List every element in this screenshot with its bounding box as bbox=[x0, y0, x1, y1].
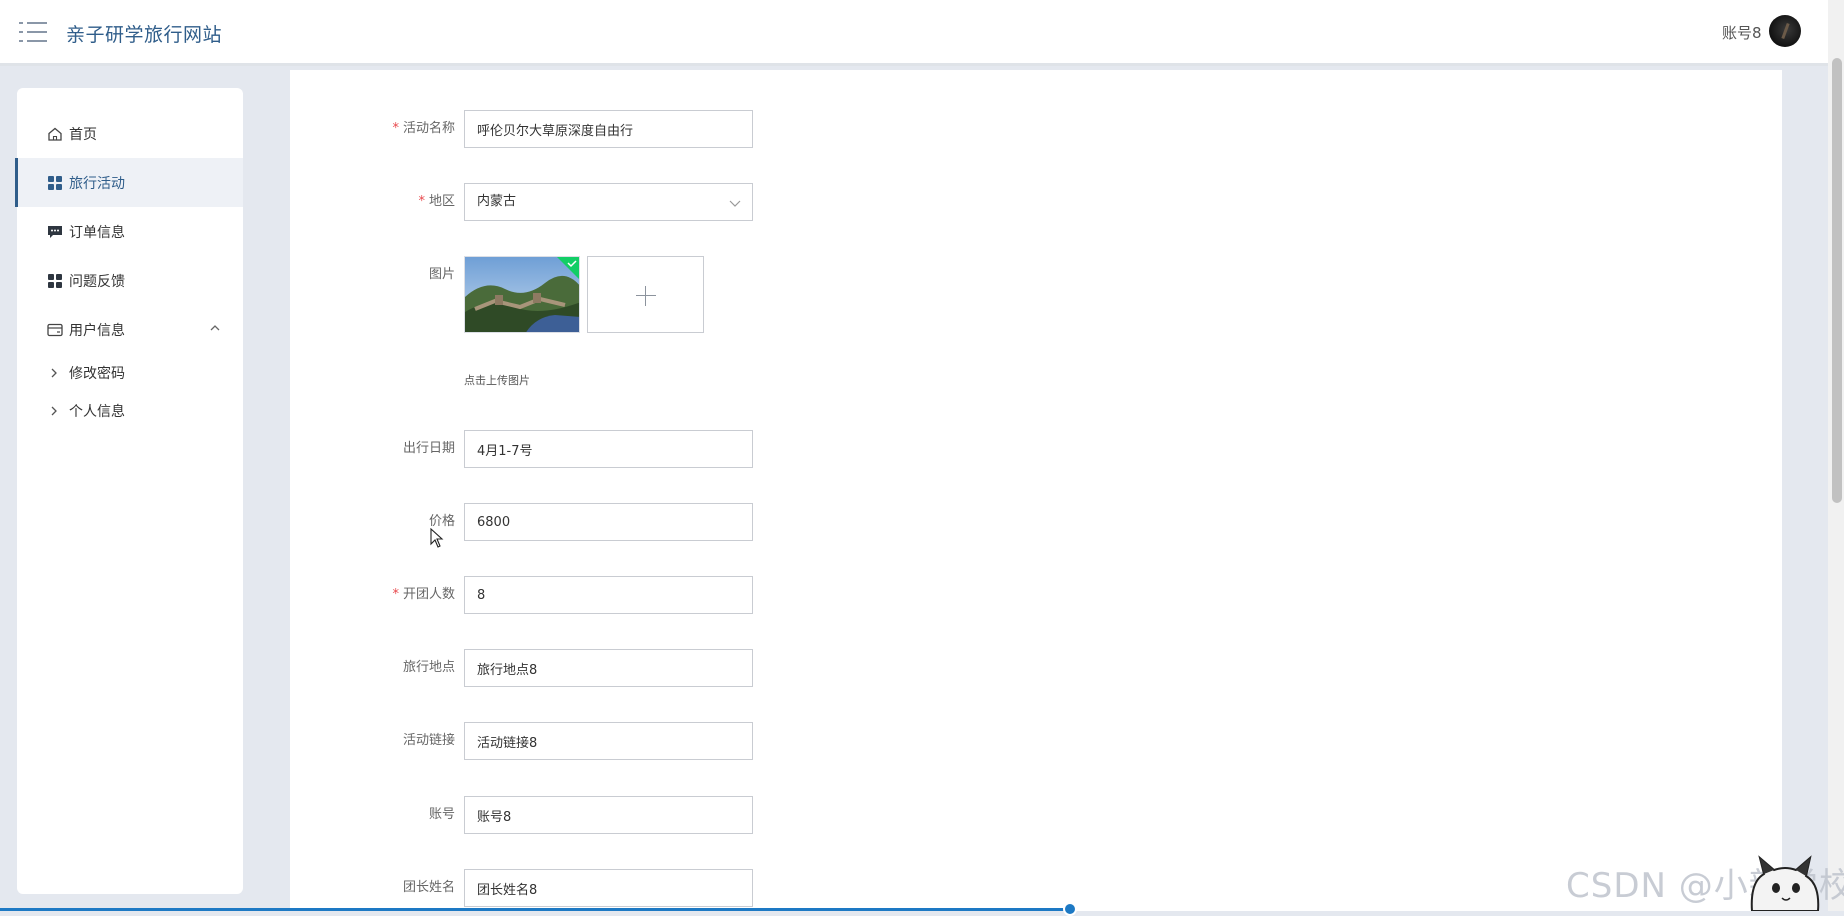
form-label: * 开团人数 bbox=[392, 587, 455, 602]
form-label: 旅行地点 bbox=[402, 660, 455, 675]
activity-link-input[interactable] bbox=[464, 722, 753, 760]
form-label: * 活动名称 bbox=[392, 121, 455, 136]
grid-icon bbox=[47, 175, 63, 191]
grid-icon bbox=[47, 273, 63, 289]
leader-name-input[interactable] bbox=[464, 869, 753, 907]
form-row-activity-link: 活动链接 bbox=[290, 722, 1090, 760]
price-input[interactable] bbox=[464, 503, 753, 541]
site-title: 亲子研学旅行网站 bbox=[66, 24, 223, 46]
form-label: 活动链接 bbox=[402, 733, 455, 748]
cat-mascot-icon bbox=[1750, 855, 1820, 911]
form-label: * 地区 bbox=[418, 194, 455, 209]
page-scrollbar-thumb[interactable] bbox=[1832, 58, 1842, 503]
sidebar-item-label: 问题反馈 bbox=[69, 273, 125, 290]
form-row-travel-date: 出行日期 bbox=[290, 430, 1090, 468]
account-name[interactable]: 账号8 bbox=[1722, 22, 1762, 43]
form-row-activity-name: * 活动名称 bbox=[290, 110, 1090, 148]
top-bar: 亲子研学旅行网站 账号8 bbox=[0, 0, 1828, 66]
sidebar-item-orders[interactable]: 订单信息 bbox=[17, 207, 243, 256]
upload-tip: 点击上传图片 bbox=[464, 374, 530, 387]
video-progress-knob[interactable] bbox=[1063, 902, 1077, 916]
sidebar-item-label: 首页 bbox=[69, 126, 97, 143]
avatar[interactable] bbox=[1769, 15, 1801, 47]
sidebar-item-label: 旅行活动 bbox=[69, 175, 125, 192]
uploaded-image-thumbnail[interactable] bbox=[464, 256, 580, 333]
group-size-input[interactable] bbox=[464, 576, 753, 614]
region-select[interactable]: 内蒙古 bbox=[464, 183, 753, 221]
menu-toggle-icon[interactable] bbox=[19, 20, 47, 44]
form-row-region: * 地区 内蒙古 bbox=[290, 183, 1090, 221]
form-label: 出行日期 bbox=[402, 441, 455, 456]
upload-add-button[interactable] bbox=[587, 256, 704, 333]
sidebar-subitem-personal-info[interactable]: 个人信息 bbox=[17, 392, 243, 430]
sidebar-subitem-label: 个人信息 bbox=[69, 404, 125, 420]
form-row-account: 账号 bbox=[290, 796, 1090, 834]
message-icon bbox=[47, 224, 63, 240]
form-label: 账号 bbox=[428, 807, 455, 822]
sidebar-item-user-info[interactable]: 用户信息 bbox=[17, 305, 243, 354]
form-row-price: 价格 bbox=[290, 503, 1090, 541]
chevron-right-icon bbox=[51, 368, 57, 378]
form-label: 团长姓名 bbox=[402, 880, 455, 895]
sidebar-subitem-change-password[interactable]: 修改密码 bbox=[17, 354, 243, 392]
travel-location-input[interactable] bbox=[464, 649, 753, 687]
sidebar-item-label: 用户信息 bbox=[69, 322, 125, 339]
mouse-cursor-icon bbox=[430, 528, 444, 548]
chevron-right-icon bbox=[51, 406, 57, 416]
sidebar-subitem-label: 修改密码 bbox=[69, 366, 125, 382]
form-row-image: 图片 点击上传图片 bbox=[290, 256, 1090, 406]
account-input[interactable] bbox=[464, 796, 753, 834]
activity-name-input[interactable] bbox=[464, 110, 753, 148]
sidebar-item-label: 订单信息 bbox=[69, 224, 125, 241]
sidebar-item-feedback[interactable]: 问题反馈 bbox=[17, 256, 243, 305]
great-wall-image bbox=[465, 257, 579, 332]
travel-date-input[interactable] bbox=[464, 430, 753, 468]
home-icon bbox=[47, 126, 63, 142]
chevron-down-icon bbox=[729, 200, 741, 207]
sidebar-item-home[interactable]: 首页 bbox=[17, 109, 243, 158]
main-content: *活动名称 *地区 内蒙古 图片 bbox=[290, 70, 1782, 911]
sidebar-item-travel-activity[interactable]: 旅行活动 bbox=[15, 158, 243, 207]
form-row-group-size: * 开团人数 bbox=[290, 576, 1090, 614]
sidebar: 首页 旅行活动 订单信息 问题反馈 用户信息 修改密码 个人信息 bbox=[15, 88, 243, 894]
form-row-travel-location: 旅行地点 bbox=[290, 649, 1090, 687]
region-select-value: 内蒙古 bbox=[477, 194, 517, 209]
form-row-leader-name: 团长姓名 bbox=[290, 869, 1090, 907]
wallet-icon bbox=[47, 322, 63, 338]
form-label: 图片 bbox=[428, 267, 455, 282]
chevron-up-icon bbox=[210, 325, 220, 331]
